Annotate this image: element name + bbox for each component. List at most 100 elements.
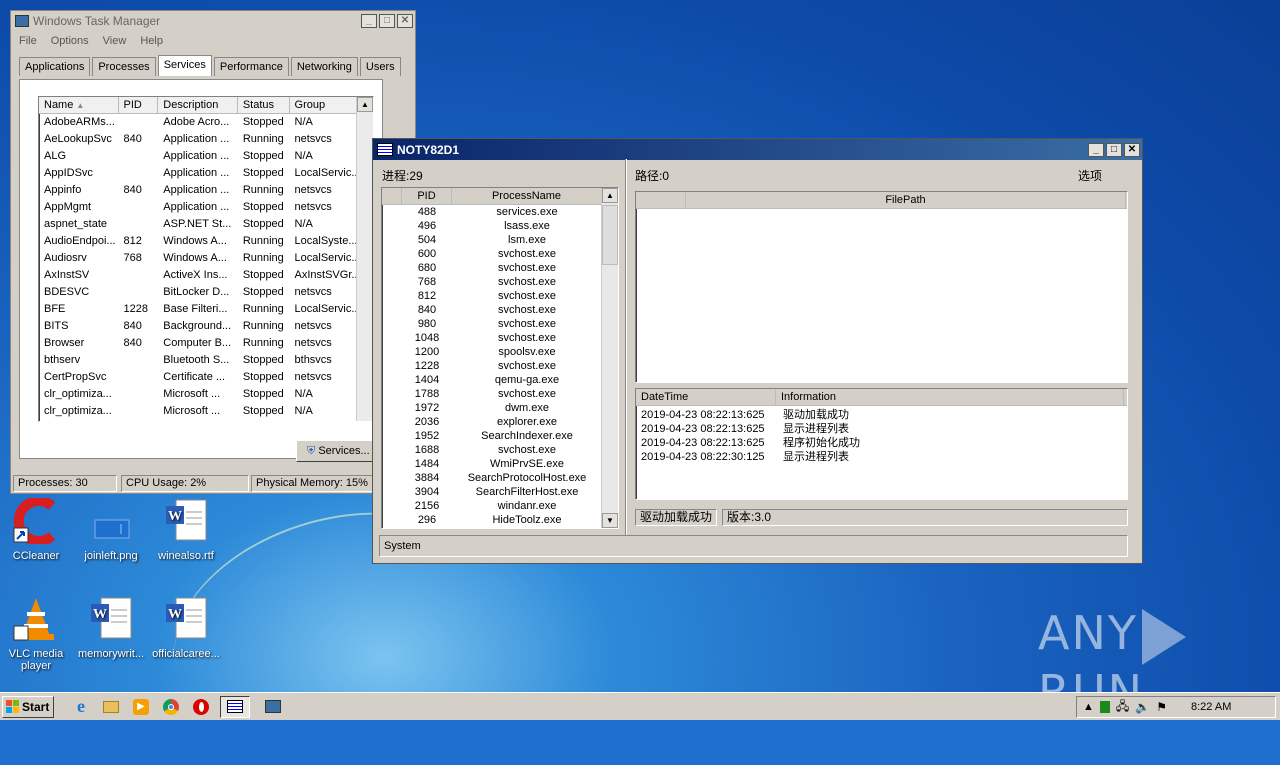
start-button[interactable]: Start xyxy=(2,695,54,718)
list-item[interactable]: 1200 spoolsv.exe xyxy=(382,345,618,359)
column-information[interactable]: Information xyxy=(776,389,1124,405)
volume-icon[interactable]: 🔈 xyxy=(1135,700,1150,714)
table-row[interactable]: AppMgmt Application ... Stopped netsvcs xyxy=(39,199,373,216)
log-row[interactable]: 2019-04-23 08:22:13:625 显示进程列表 xyxy=(636,422,1127,436)
table-row[interactable]: clr_optimiza... Microsoft ... Stopped N/A xyxy=(39,386,373,403)
desktop-icon-winealso[interactable]: W winealso.rtf xyxy=(146,498,226,562)
table-row[interactable]: AeLookupSvc 840 Application ... Running nets… xyxy=(39,131,373,148)
list-item[interactable]: 488 services.exe xyxy=(382,205,618,219)
media-player-icon[interactable]: ▶ xyxy=(130,696,152,718)
tab-applications[interactable]: Applications xyxy=(19,57,91,76)
desktop-icon-officialcaree[interactable]: W officialcaree... xyxy=(146,596,226,660)
scroll-up-icon[interactable]: ▲ xyxy=(357,97,373,112)
list-item[interactable]: 3904 SearchFilterHost.exe xyxy=(382,485,618,499)
list-item[interactable]: 1688 svchost.exe xyxy=(382,443,618,457)
list-item[interactable]: 768 svchost.exe xyxy=(382,275,618,289)
scroll-up-icon[interactable]: ▲ xyxy=(602,188,618,203)
close-button[interactable]: ✕ xyxy=(1124,142,1140,157)
scroll-down-icon[interactable]: ▼ xyxy=(602,513,618,528)
list-item[interactable]: 2156 windanr.exe xyxy=(382,499,618,513)
table-row[interactable]: AppIDSvc Application ... Stopped LocalServi… xyxy=(39,165,373,182)
table-row[interactable]: AudioEndpoi... 812 Windows A... Running Loca… xyxy=(39,233,373,250)
clock[interactable]: 8:22 AM xyxy=(1191,701,1231,713)
splitter[interactable] xyxy=(625,159,627,535)
table-row[interactable]: ALG Application ... Stopped N/A xyxy=(39,148,373,165)
maximize-button[interactable]: □ xyxy=(379,14,395,28)
list-item[interactable]: 1228 svchost.exe xyxy=(382,359,618,373)
services-button[interactable]: ⛨ Services... xyxy=(296,440,378,462)
column-name[interactable]: Name ▲ xyxy=(39,97,119,113)
list-item[interactable]: 840 svchost.exe xyxy=(382,303,618,317)
taskbar-noty-app[interactable] xyxy=(220,695,250,718)
close-button[interactable]: ✕ xyxy=(397,14,413,28)
noty-titlebar[interactable]: NOTY82D1 _ □ ✕ xyxy=(373,139,1142,160)
chrome-icon[interactable] xyxy=(160,696,182,718)
table-row[interactable]: clr_optimiza... Microsoft ... Stopped N/A xyxy=(39,403,373,420)
list-item[interactable]: 1484 WmiPrvSE.exe xyxy=(382,457,618,471)
list-item[interactable]: 980 svchost.exe xyxy=(382,317,618,331)
list-item[interactable]: 1972 dwm.exe xyxy=(382,401,618,415)
list-item[interactable]: 1788 svchost.exe xyxy=(382,387,618,401)
maximize-button[interactable]: □ xyxy=(1106,142,1122,157)
tab-services[interactable]: Services xyxy=(157,55,212,76)
desktop-icon-memorywrit[interactable]: W memorywrit... xyxy=(71,596,151,660)
column-pid[interactable]: PID xyxy=(402,188,452,204)
column-processname[interactable]: ProcessName xyxy=(452,188,602,204)
services-scrollbar[interactable]: ▲ xyxy=(356,97,373,421)
desktop-icon-joinleft[interactable]: joinleft.png xyxy=(71,498,151,562)
table-row[interactable]: AdobeARMs... Adobe Acro... Stopped N/A xyxy=(39,114,373,131)
minimize-button[interactable]: _ xyxy=(361,14,377,28)
list-item[interactable]: 600 svchost.exe xyxy=(382,247,618,261)
column-filepath[interactable]: FilePath xyxy=(686,192,1126,208)
menu-options[interactable]: Options xyxy=(51,35,89,47)
options-menu[interactable]: 选项 xyxy=(1078,167,1102,184)
log-row[interactable]: 2019-04-23 08:22:30:125 显示进程列表 xyxy=(636,450,1127,464)
tab-networking[interactable]: Networking xyxy=(290,57,358,76)
list-item[interactable]: 504 lsm.exe xyxy=(382,233,618,247)
desktop-icon-vlc[interactable]: VLC media player xyxy=(0,596,76,672)
table-row[interactable]: BFE 1228 Base Filteri... Running LocalServic… xyxy=(39,301,373,318)
list-item[interactable]: 496 lsass.exe xyxy=(382,219,618,233)
table-row[interactable]: bthserv Bluetooth S... Stopped bthsvcs xyxy=(39,352,373,369)
menu-file[interactable]: File xyxy=(19,35,37,47)
opera-icon[interactable] xyxy=(190,696,212,718)
list-item[interactable]: 296 HideToolz.exe xyxy=(382,513,618,527)
table-row[interactable]: AxInstSV ActiveX Ins... Stopped AxInstSVGr.… xyxy=(39,267,373,284)
table-row[interactable]: aspnet_state ASP.NET St... Stopped N/A xyxy=(39,216,373,233)
list-item[interactable]: 812 svchost.exe xyxy=(382,289,618,303)
folder-icon[interactable] xyxy=(100,696,122,718)
column-datetime[interactable]: DateTime xyxy=(636,389,776,405)
column-description[interactable]: Description xyxy=(158,97,238,113)
table-row[interactable]: BDESVC BitLocker D... Stopped netsvcs xyxy=(39,284,373,301)
tab-users[interactable]: Users xyxy=(359,57,401,76)
table-row[interactable]: Audiosrv 768 Windows A... Running LocalServi… xyxy=(39,250,373,267)
log-row[interactable]: 2019-04-23 08:22:13:625 驱动加载成功 xyxy=(636,408,1127,422)
column-pid[interactable]: PID xyxy=(119,97,159,113)
task-manager-titlebar[interactable]: Windows Task Manager _ □ ✕ xyxy=(11,11,415,31)
list-item[interactable]: 1404 qemu-ga.exe xyxy=(382,373,618,387)
tab-processes[interactable]: Processes xyxy=(92,57,156,76)
ie-icon[interactable]: e xyxy=(70,696,92,718)
scroll-thumb[interactable] xyxy=(602,205,618,265)
table-row[interactable]: Appinfo 840 Application ... Running netsvcs xyxy=(39,182,373,199)
list-item[interactable]: 1048 svchost.exe xyxy=(382,331,618,345)
show-hidden-icons-icon[interactable]: ▲ xyxy=(1083,701,1094,713)
network-icon[interactable]: 🖧 xyxy=(1116,697,1129,718)
green-app-icon[interactable] xyxy=(1099,701,1110,713)
column-status[interactable]: Status xyxy=(238,97,290,113)
tab-performance[interactable]: Performance xyxy=(213,57,289,76)
process-scrollbar[interactable]: ▲ ▼ xyxy=(601,188,618,528)
table-row[interactable]: Browser 840 Computer B... Running netsvcs xyxy=(39,335,373,352)
table-row[interactable]: BITS 840 Background... Running netsvcs xyxy=(39,318,373,335)
menu-view[interactable]: View xyxy=(103,35,127,47)
taskbar-taskmgr-app[interactable] xyxy=(258,696,288,718)
table-row[interactable]: CertPropSvc Certificate ... Stopped netsvcs xyxy=(39,369,373,386)
desktop-icon-ccleaner[interactable]: CCleaner xyxy=(0,496,76,562)
list-item[interactable]: 1952 SearchIndexer.exe xyxy=(382,429,618,443)
minimize-button[interactable]: _ xyxy=(1088,142,1104,157)
list-item[interactable]: 680 svchost.exe xyxy=(382,261,618,275)
log-row[interactable]: 2019-04-23 08:22:13:625 程序初始化成功 xyxy=(636,436,1127,450)
flag-icon[interactable]: ⚑ xyxy=(1156,700,1167,714)
list-item[interactable]: 3884 SearchProtocolHost.exe xyxy=(382,471,618,485)
list-item[interactable]: 2036 explorer.exe xyxy=(382,415,618,429)
